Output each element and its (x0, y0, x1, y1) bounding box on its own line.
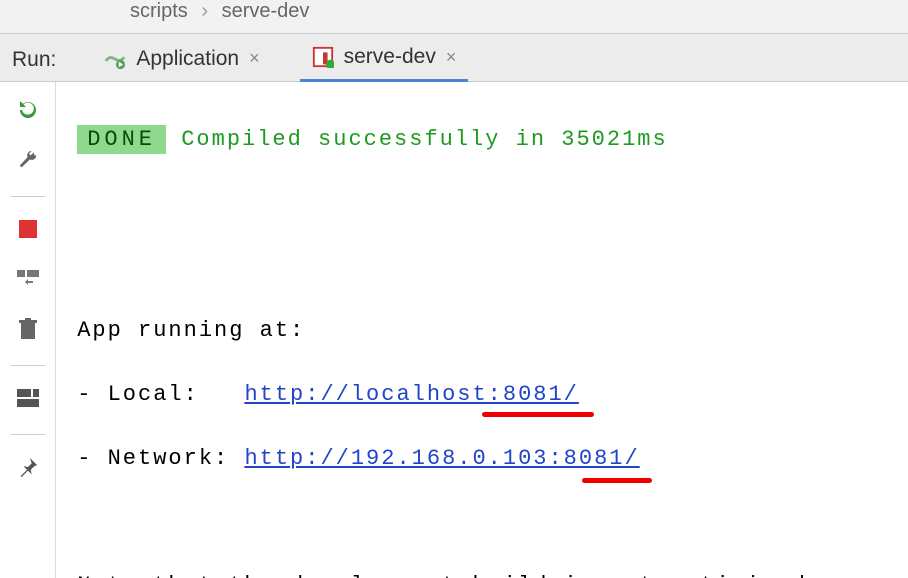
breadcrumb-current[interactable]: serve-dev (222, 0, 310, 22)
divider (11, 196, 45, 197)
compiled-message: Compiled successfully in 35021ms (166, 127, 668, 152)
network-label: - Network: (62, 446, 244, 471)
breadcrumb: scripts › serve-dev (0, 0, 908, 34)
trash-icon[interactable] (10, 311, 46, 347)
network-url-link[interactable]: http://192.168.0.103:8081/ (244, 446, 639, 471)
tab-serve-dev-label: serve-dev (344, 45, 436, 69)
breadcrumb-parent[interactable]: scripts (130, 0, 188, 22)
run-label: Run: (12, 48, 56, 72)
left-gutter (0, 82, 56, 578)
pin-icon[interactable] (10, 449, 46, 485)
console-line: - Network: http://192.168.0.103:8081/ (62, 443, 902, 475)
npm-icon (312, 46, 334, 68)
tab-application[interactable]: Application × (92, 39, 271, 81)
tab-serve-dev[interactable]: serve-dev × (300, 37, 469, 82)
local-url-link[interactable]: http://localhost:8081/ (244, 382, 578, 407)
red-underline-annotation (482, 412, 594, 417)
console-output[interactable]: DONE Compiled successfully in 35021ms Ap… (56, 82, 908, 578)
divider (11, 365, 45, 366)
layout-toggle-icon[interactable] (10, 380, 46, 416)
close-icon[interactable]: × (446, 47, 457, 68)
status-badge: DONE (77, 125, 166, 154)
tab-application-label: Application (136, 47, 239, 71)
application-run-icon (104, 48, 126, 70)
chevron-right-icon: › (201, 0, 208, 22)
rerun-button[interactable] (10, 92, 46, 128)
main-area: DONE Compiled successfully in 35021ms Ap… (0, 82, 908, 578)
divider (11, 434, 45, 435)
console-line: App running at: (62, 315, 902, 347)
stop-button[interactable] (10, 211, 46, 247)
local-label: - Local: (62, 382, 244, 407)
console-line (62, 251, 902, 283)
close-icon[interactable]: × (249, 48, 260, 69)
layout-icon[interactable] (10, 261, 46, 297)
console-line (62, 188, 902, 220)
console-line: Note that the development build is not o… (62, 570, 902, 578)
console-line (62, 507, 902, 539)
wrench-icon[interactable] (10, 142, 46, 178)
console-line: - Local: http://localhost:8081/ (62, 379, 902, 411)
app-running-header: App running at: (62, 318, 305, 343)
red-underline-annotation (582, 478, 652, 483)
run-tabs-row: Run: Application × serve-dev × (0, 34, 908, 82)
console-line: DONE Compiled successfully in 35021ms (62, 124, 902, 156)
